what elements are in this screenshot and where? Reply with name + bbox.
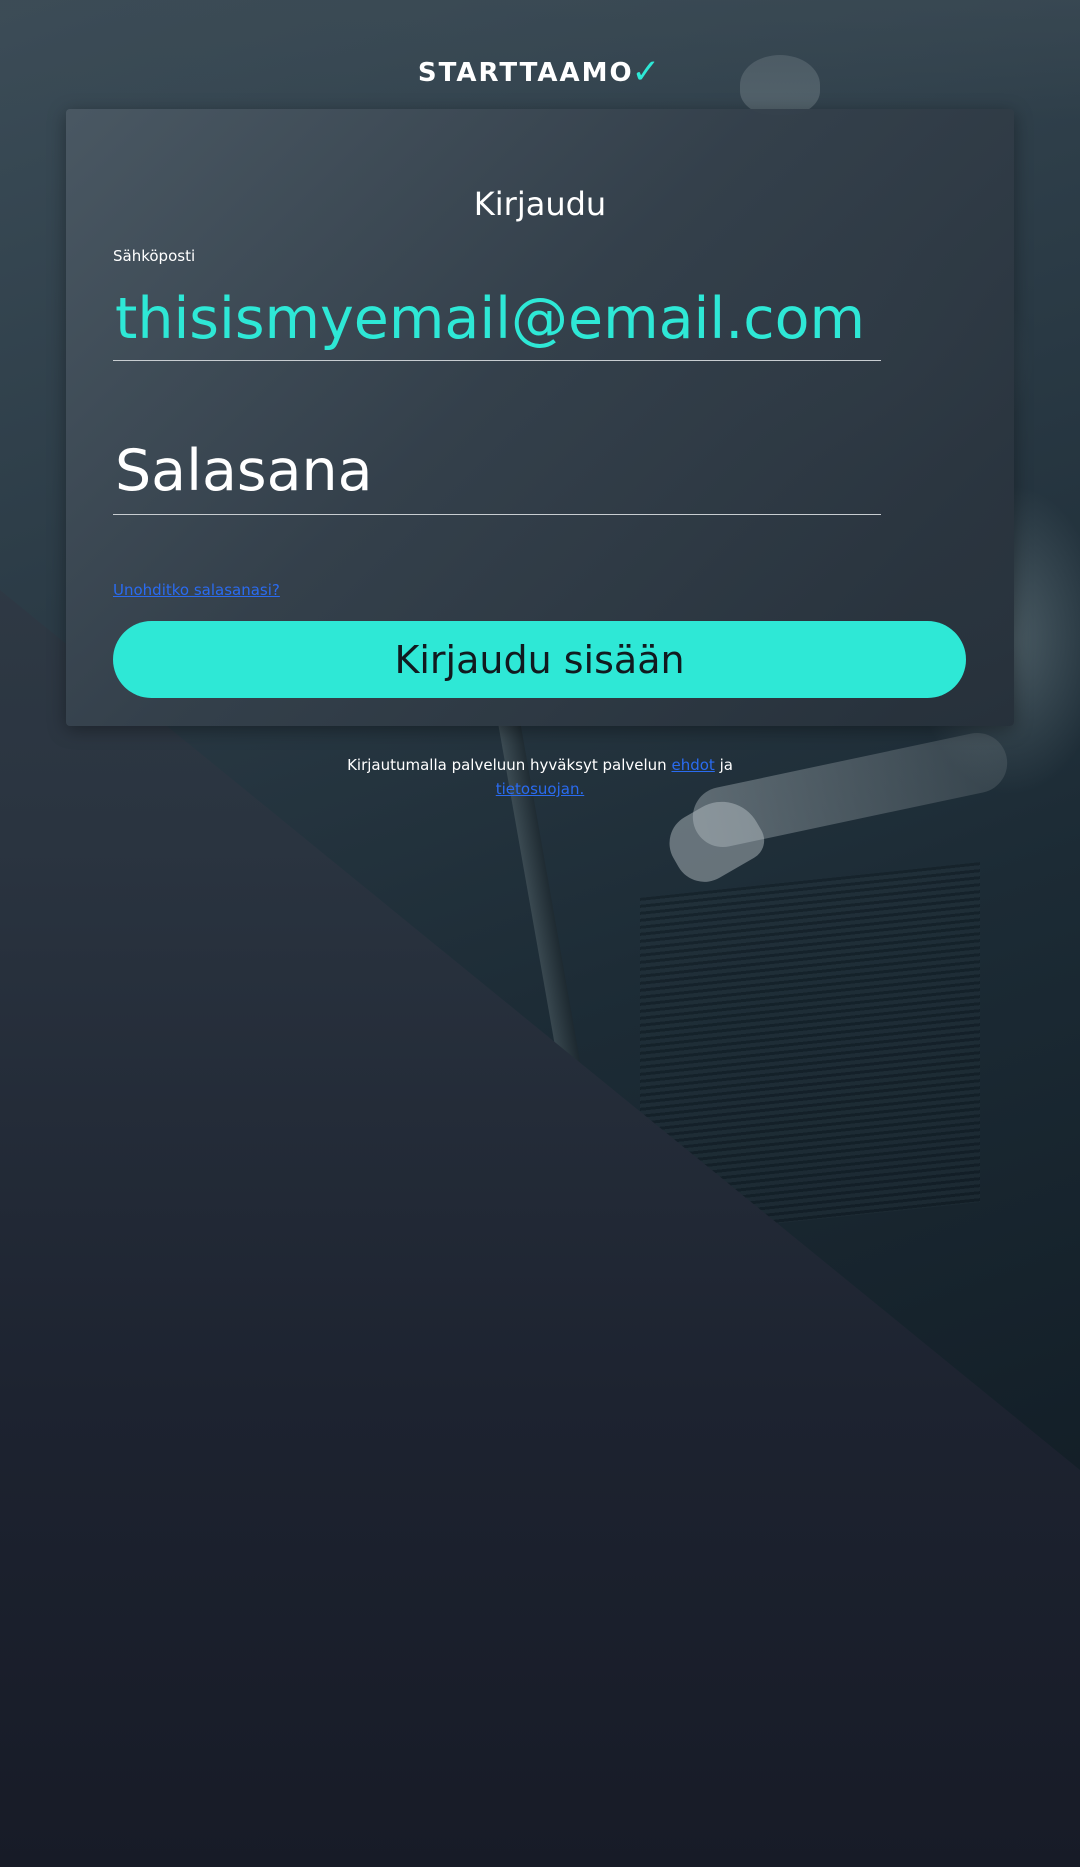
email-field[interactable]: [113, 277, 881, 361]
email-label: Sähköposti: [113, 247, 196, 265]
brand-logo-text: STARTTAAMO: [417, 58, 634, 88]
login-card: Kirjaudu Sähköposti Unohditko salasanasi…: [66, 109, 1014, 726]
check-icon: ✓: [631, 52, 663, 92]
terms-conjunction: ja: [719, 756, 733, 774]
brand-logo: STARTTAAMO✓: [0, 52, 1080, 92]
password-field[interactable]: [113, 427, 881, 515]
privacy-link[interactable]: tietosuojan.: [496, 780, 584, 798]
login-title: Kirjaudu: [473, 185, 607, 223]
terms-link[interactable]: ehdot: [671, 756, 714, 774]
terms-prefix: Kirjautumalla palveluun hyväksyt palvelu…: [347, 756, 667, 774]
login-button[interactable]: Kirjaudu sisään: [113, 621, 966, 698]
terms-notice: Kirjautumalla palveluun hyväksyt palvelu…: [290, 753, 790, 801]
forgot-password-link[interactable]: Unohditko salasanasi?: [113, 581, 280, 599]
